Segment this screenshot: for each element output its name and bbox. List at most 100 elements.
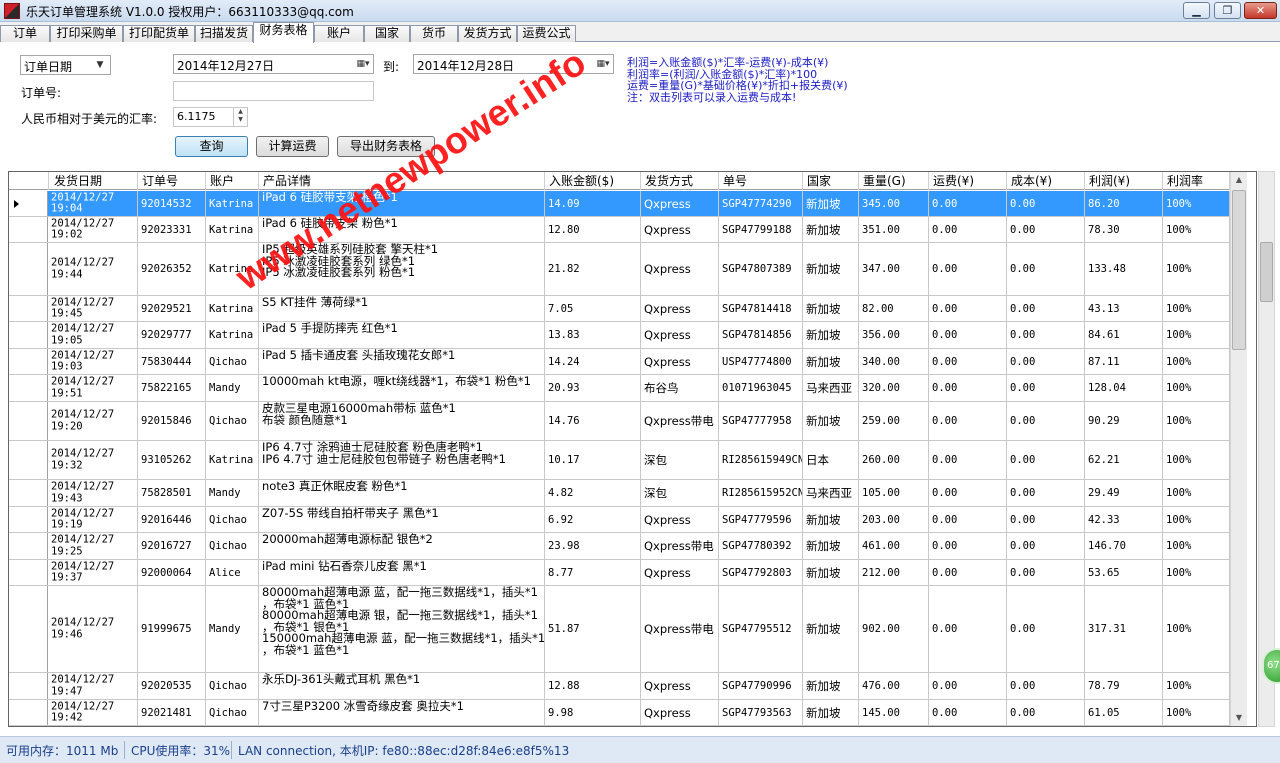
column-header-weight[interactable]: 重量(G) — [859, 172, 929, 190]
row-header[interactable] — [9, 507, 48, 532]
table-row[interactable]: 2014/12/27 19:04 92014532 Katrina iPad 6 硅胶… — [9, 191, 1230, 217]
table-row[interactable]: 2014/12/27 19:47 92020535 Qichao 永乐DJ-361头戴… — [9, 673, 1230, 700]
row-header[interactable] — [9, 533, 48, 559]
row-header[interactable] — [9, 560, 48, 585]
row-header[interactable] — [9, 673, 48, 699]
row-header[interactable] — [9, 243, 48, 295]
spin-up-icon[interactable]: ▲ — [234, 108, 247, 116]
cell-account: Mandy — [206, 480, 259, 506]
maximize-button[interactable]: ❐ — [1214, 2, 1241, 19]
table-row[interactable]: 2014/12/27 19:43 75828501 Mandy note3 真正休眠皮… — [9, 480, 1230, 507]
table-row[interactable]: 2014/12/27 19:25 92016727 Qichao 20000mah超薄… — [9, 533, 1230, 560]
cell-rate-text: 100% — [1166, 223, 1192, 236]
cell-rate: 100% — [1163, 191, 1230, 216]
column-header-tracking[interactable]: 单号 — [719, 172, 803, 190]
column-header-account[interactable]: 账户 — [206, 172, 259, 190]
floating-badge[interactable]: 67 — [1262, 648, 1280, 684]
cell-weight: 260.00 — [859, 441, 929, 479]
rate-spinner[interactable]: ▲ ▼ — [233, 108, 247, 126]
panel-scrollbar[interactable] — [1258, 171, 1275, 727]
cell-rate-text: 100% — [1166, 329, 1192, 341]
row-header[interactable] — [9, 296, 48, 321]
column-header-amount[interactable]: 入账金额($) — [545, 172, 641, 190]
cell-ship: 深包 — [641, 480, 719, 506]
panel-scroll-thumb[interactable] — [1260, 242, 1273, 302]
row-header[interactable] — [9, 480, 48, 506]
cell-rate-text: 100% — [1166, 706, 1192, 719]
cell-profit-text: 29.49 — [1088, 487, 1120, 499]
minimize-button[interactable]: ▁ — [1183, 2, 1210, 19]
table-row[interactable]: 2014/12/27 19:42 92021481 Qichao 7寸三星P3200 … — [9, 700, 1230, 726]
query-button[interactable]: 查询 — [175, 136, 248, 157]
column-header-rate[interactable]: 利润率 — [1163, 172, 1230, 190]
tab-accounts[interactable]: 账户 — [314, 25, 364, 42]
tab-finance[interactable]: 财务表格 — [253, 22, 314, 43]
scroll-up-icon[interactable]: ▲ — [1231, 172, 1247, 188]
table-row[interactable]: 2014/12/27 19:44 92026352 Katrina IP5 超级英雄系… — [9, 243, 1230, 296]
row-header[interactable] — [9, 217, 48, 242]
row-header[interactable] — [9, 441, 48, 479]
column-header-country[interactable]: 国家 — [803, 172, 859, 190]
cell-cost: 0.00 — [1007, 533, 1085, 559]
date-from-picker[interactable]: 2014年12月27日 ▦▾ — [173, 54, 374, 74]
column-header-cost[interactable]: 成本(¥) — [1007, 172, 1085, 190]
table-row[interactable]: 2014/12/27 19:05 92029777 Katrina iPad 5 手提… — [9, 322, 1230, 349]
table-row[interactable]: 2014/12/27 19:37 92000064 Alice iPad mini 钻… — [9, 560, 1230, 586]
row-header[interactable] — [9, 586, 48, 672]
finance-grid[interactable]: 发货日期 订单号 账户 产品详情 入账金额($) 发货方式 单号 国家 重量(G) 运费(¥) 成本… — [8, 171, 1257, 727]
cell-tracking: SGP47814856 — [719, 322, 803, 348]
cell-order: 92016727 — [138, 533, 206, 559]
table-row[interactable]: 2014/12/27 19:02 92023331 Katrina iPad 6 硅胶… — [9, 217, 1230, 243]
cell-tracking-text: SGP47780392 — [722, 540, 792, 552]
cell-date-text: 2014/12/27 19:47 — [51, 673, 115, 697]
tab-ship-methods[interactable]: 发货方式 — [458, 25, 517, 42]
table-row[interactable]: 2014/12/27 19:03 75830444 Qichao iPad 5 插卡通… — [9, 349, 1230, 375]
table-row[interactable]: 2014/12/27 19:20 92015846 Qichao 皮款三星电源1600… — [9, 402, 1230, 441]
row-header[interactable] — [9, 322, 48, 348]
cell-product: 80000mah超薄电源 蓝，配一拖三数据线*1，插头*1 ，布袋*1 蓝色*1… — [259, 586, 545, 672]
row-header[interactable] — [9, 700, 48, 725]
grid-vertical-scrollbar[interactable]: ▲ ▼ — [1230, 172, 1247, 726]
scroll-thumb[interactable] — [1232, 190, 1246, 350]
column-header-ship[interactable]: 发货方式 — [641, 172, 719, 190]
order-no-input[interactable] — [173, 81, 374, 101]
row-header[interactable] — [9, 349, 48, 374]
tab-print-picking[interactable]: 打印配货单 — [123, 25, 195, 42]
cell-rate-text: 100% — [1166, 263, 1192, 275]
cell-tracking-text: SGP47777958 — [722, 415, 792, 427]
cell-profit-text: 78.79 — [1088, 680, 1120, 692]
tab-orders[interactable]: 订单 — [0, 25, 50, 42]
row-header[interactable] — [9, 402, 48, 440]
column-header-date[interactable]: 发货日期 — [48, 172, 138, 190]
tab-currency[interactable]: 货币 — [410, 25, 458, 42]
column-header-order[interactable]: 订单号 — [138, 172, 206, 190]
cell-freight: 0.00 — [929, 673, 1007, 699]
cell-country: 马来西亚 — [803, 480, 859, 506]
cell-freight-text: 0.00 — [932, 487, 958, 499]
tab-freight-formula[interactable]: 运费公式 — [517, 25, 576, 42]
scroll-down-icon[interactable]: ▼ — [1231, 710, 1247, 726]
cell-date-text: 2014/12/27 19:05 — [51, 322, 115, 346]
spin-down-icon[interactable]: ▼ — [234, 116, 247, 124]
exchange-rate-input[interactable]: 6.1175 ▲ ▼ — [173, 107, 248, 127]
cell-country: 新加坡 — [803, 217, 859, 242]
cell-rate-text: 100% — [1166, 566, 1192, 579]
cell-account-text: Qichao — [209, 415, 247, 427]
date-type-select[interactable]: 订单日期 ▼ — [20, 55, 111, 75]
row-header[interactable] — [9, 375, 48, 401]
table-row[interactable]: 2014/12/27 19:19 92016446 Qichao Z07-5S 带线自… — [9, 507, 1230, 533]
column-header-freight[interactable]: 运费(¥) — [929, 172, 1007, 190]
table-row[interactable]: 2014/12/27 19:32 93105262 Katrina IP6 4.7寸 … — [9, 441, 1230, 480]
tab-countries[interactable]: 国家 — [364, 25, 410, 42]
tab-scan-ship[interactable]: 扫描发货 — [195, 25, 253, 42]
table-row[interactable]: 2014/12/27 19:45 92029521 Katrina S5 KT挂件 薄… — [9, 296, 1230, 322]
row-header[interactable] — [9, 191, 48, 216]
tab-print-purchase[interactable]: 打印采购单 — [50, 25, 123, 42]
cell-order-text: 75828501 — [141, 487, 192, 499]
table-row[interactable]: 2014/12/27 19:46 91999675 Mandy 80000mah超薄电… — [9, 586, 1230, 673]
column-header-profit[interactable]: 利润(¥) — [1085, 172, 1163, 190]
table-row[interactable]: 2014/12/27 19:51 75822165 Mandy 10000mah kt… — [9, 375, 1230, 402]
cell-cost-text: 0.00 — [1010, 513, 1036, 526]
calc-freight-button[interactable]: 计算运费 — [256, 136, 329, 157]
close-button[interactable]: ✕ — [1244, 2, 1277, 19]
